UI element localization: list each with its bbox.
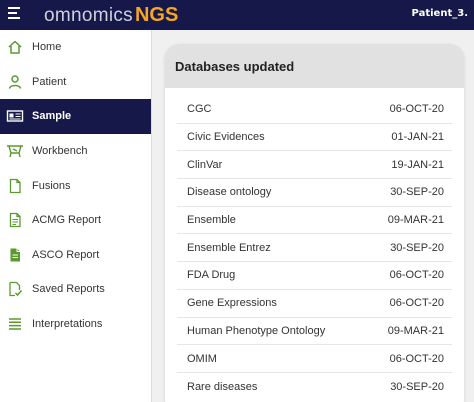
database-name: Ensemble [187, 214, 236, 227]
sidebar-item-workbench[interactable]: Workbench [0, 134, 151, 169]
database-date: 01-JAN-21 [391, 131, 444, 144]
sidebar-item-label: Interpretations [32, 318, 103, 331]
brand-suffix: NGS [134, 4, 179, 26]
sidebar-item-interpretations[interactable]: Interpretations [0, 307, 151, 342]
user-name[interactable]: Patient_3. [412, 8, 468, 19]
sample-card-icon [6, 107, 24, 125]
databases-updated-card: Databases updated CGC 06-OCT-20 Civic Evi… [165, 44, 464, 402]
sidebar-item-label: ASCO Report [32, 248, 100, 261]
database-name: Civic Evidences [187, 131, 265, 144]
sidebar-item-label: Workbench [32, 145, 88, 158]
top-bar: omnomics NGS Patient_3. [0, 0, 474, 30]
list-item: CGC 06-OCT-20 [177, 96, 452, 124]
database-date: 19-JAN-21 [391, 158, 444, 171]
hamburger-menu-icon[interactable] [8, 7, 22, 21]
sidebar-item-asco-report[interactable]: ASCO Report [0, 238, 151, 273]
database-name: ClinVar [187, 158, 223, 171]
database-date: 06-OCT-20 [389, 297, 444, 310]
workbench-icon [6, 142, 24, 160]
database-date: 30-SEP-20 [390, 380, 444, 393]
database-name: CGC [187, 103, 212, 116]
list-item: OMIM 06-OCT-20 [177, 345, 452, 373]
report-icon [6, 211, 24, 229]
database-date: 06-OCT-20 [389, 103, 444, 116]
sidebar-item-patient[interactable]: Patient [0, 65, 151, 100]
list-icon [6, 315, 24, 333]
database-date: 06-OCT-20 [389, 269, 444, 282]
person-icon [6, 73, 24, 91]
database-name: Rare diseases [187, 380, 258, 393]
list-item: ClinVar 19-JAN-21 [177, 151, 452, 180]
sidebar: Home Patient Sample Workbench Fusions AC… [0, 30, 152, 402]
sidebar-item-label: Saved Reports [32, 283, 105, 296]
card-title: Databases updated [165, 44, 464, 88]
database-name: FDA Drug [187, 269, 236, 282]
list-item: Gene Expressions 06-OCT-20 [177, 290, 452, 318]
sidebar-item-saved-reports[interactable]: Saved Reports [0, 272, 151, 307]
database-date: 06-OCT-20 [389, 352, 444, 365]
list-item: FDA Drug 06-OCT-20 [177, 262, 452, 290]
sidebar-item-label: Fusions [32, 179, 71, 192]
brand-prefix: omnomics [44, 5, 133, 26]
sidebar-item-label: Patient [32, 75, 67, 88]
list-item: Ensemble 09-MAR-21 [177, 207, 452, 235]
sidebar-item-sample[interactable]: Sample [0, 99, 151, 134]
database-date: 09-MAR-21 [387, 324, 444, 337]
database-date: 09-MAR-21 [387, 214, 444, 227]
list-item: Ensemble Entrez 30-SEP-20 [177, 234, 452, 263]
database-date: 30-SEP-20 [390, 186, 444, 199]
database-date: 30-SEP-20 [390, 241, 444, 254]
list-item: Human Phenotype Ontology 09-MAR-21 [177, 318, 452, 346]
database-list: CGC 06-OCT-20 Civic Evidences 01-JAN-21 Cl… [165, 88, 464, 401]
database-name: Ensemble Entrez [187, 241, 271, 254]
sidebar-item-acmg-report[interactable]: ACMG Report [0, 203, 151, 238]
sidebar-item-home[interactable]: Home [0, 30, 151, 65]
document-icon [6, 177, 24, 195]
database-name: OMIM [187, 352, 217, 365]
list-item: Civic Evidences 01-JAN-21 [177, 124, 452, 152]
sidebar-item-label: ACMG Report [32, 214, 102, 227]
database-name: Gene Expressions [187, 297, 277, 310]
sidebar-item-fusions[interactable]: Fusions [0, 168, 151, 203]
home-icon [6, 38, 24, 56]
sidebar-item-label: Sample [32, 110, 72, 123]
list-item: Disease ontology 30-SEP-20 [177, 179, 452, 207]
saved-report-icon [6, 280, 24, 298]
database-name: Human Phenotype Ontology [187, 324, 326, 337]
list-item: Rare diseases 30-SEP-20 [177, 373, 452, 401]
sidebar-item-label: Home [32, 41, 62, 54]
app-logo[interactable]: omnomics NGS [44, 2, 178, 28]
database-name: Disease ontology [187, 186, 272, 199]
report-filled-icon [6, 246, 24, 264]
